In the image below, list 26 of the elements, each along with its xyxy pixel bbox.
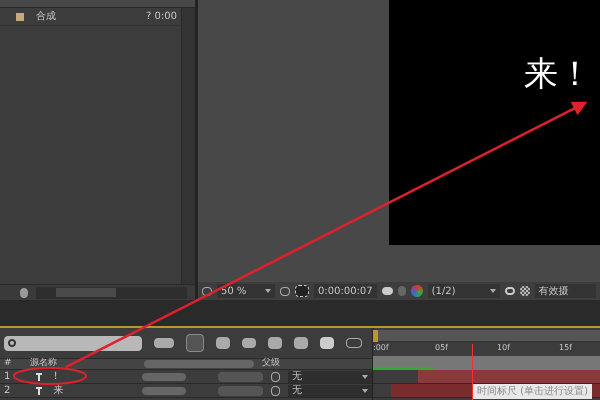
search-icon <box>8 339 16 347</box>
resolution-dropdown[interactable]: (1/2) <box>428 284 500 298</box>
timecode-field[interactable]: 0:00:00:07 <box>314 284 377 298</box>
project-item[interactable]: 合成 ? 0:00 <box>0 8 181 26</box>
caret-icon <box>362 388 368 392</box>
vertical-scrollbar[interactable] <box>181 8 195 284</box>
canvas-text: 来！ <box>524 53 592 96</box>
work-area-marker[interactable] <box>373 330 378 342</box>
horizontal-scrollbar[interactable] <box>36 286 187 298</box>
camera-dropdown[interactable]: 有效摄 <box>534 284 596 298</box>
caret-icon <box>265 289 271 293</box>
column-header: 源名称 <box>30 357 58 370</box>
mask-icon[interactable] <box>295 285 309 297</box>
layer-row[interactable]: 1 ! 无 <box>0 370 372 384</box>
checkerboard-icon[interactable] <box>520 286 530 296</box>
parent-dropdown[interactable]: 无 <box>288 384 372 396</box>
column-header: 父级 <box>262 357 280 370</box>
color-channels-icon[interactable] <box>410 285 423 297</box>
caret-icon <box>490 289 496 293</box>
search-field[interactable] <box>4 336 142 350</box>
duration-text: ? 0:00 <box>146 10 177 24</box>
parent-dropdown[interactable]: 无 <box>288 370 372 382</box>
layer-row[interactable]: 2 来 无 <box>0 384 372 398</box>
column-header: # <box>3 357 13 370</box>
tooltip: 时间标尺 (单击进行设置) <box>473 384 592 399</box>
caret-icon <box>362 374 368 378</box>
